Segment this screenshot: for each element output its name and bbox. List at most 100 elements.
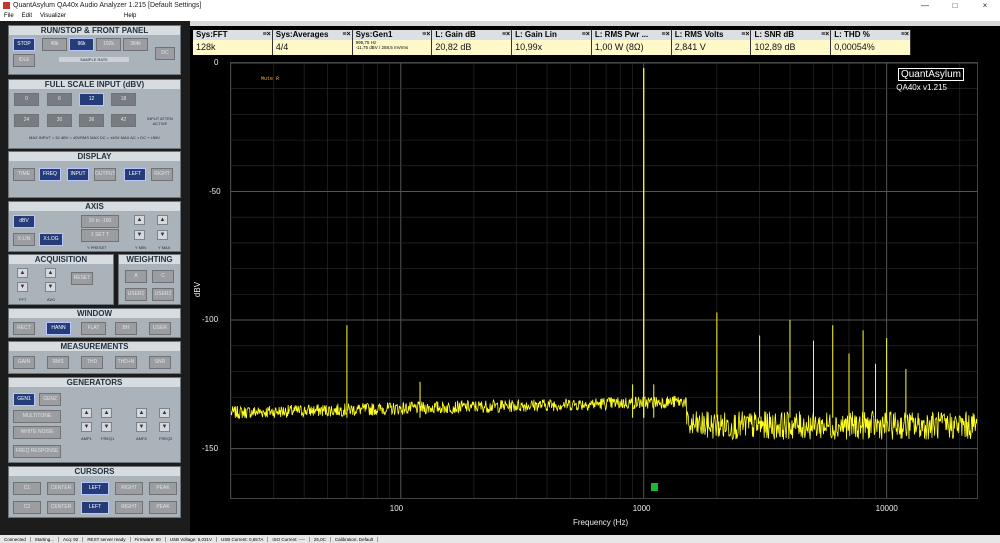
meas-thdn[interactable]: THD+N	[115, 356, 137, 369]
ymin-down-button[interactable]: ▼	[134, 230, 145, 240]
fs-12[interactable]: 12	[79, 93, 104, 106]
display-output[interactable]: OUTPUT	[94, 168, 116, 181]
fs-36[interactable]: 36	[79, 114, 104, 127]
fs-24[interactable]: 24	[14, 114, 39, 127]
meas-thd[interactable]: THD	[81, 356, 103, 369]
menu-edit[interactable]: Edit	[22, 13, 32, 19]
window-rect[interactable]: RECT	[13, 322, 35, 335]
title-bar: QuantAsylum QA40x Audio Analyzer 1.215 […	[0, 0, 1000, 11]
y-preset-range[interactable]: 20 to -160	[81, 215, 119, 228]
freq-response-button[interactable]: FREQ RESPONSE	[13, 445, 61, 458]
cursor-c1[interactable]: C1	[13, 482, 41, 495]
cursor-marker[interactable]	[651, 483, 658, 491]
fs-6[interactable]: 6	[47, 93, 72, 106]
cursor2-left[interactable]: LEFT	[81, 501, 109, 514]
measure-gain-lin[interactable]: L: Gain Lin10,99x	[512, 30, 592, 55]
amp1-up-button[interactable]: ▲	[81, 408, 92, 418]
cursor1-center[interactable]: CENTER	[47, 482, 75, 495]
fs-42[interactable]: 42	[111, 114, 136, 127]
display-left[interactable]: LEFT	[124, 168, 146, 181]
cursor1-left[interactable]: LEFT	[81, 482, 109, 495]
noise-floor	[231, 395, 977, 441]
measure-thd-percent[interactable]: L: THD %0,00054%	[831, 30, 912, 55]
cursor2-peak[interactable]: PEAK	[149, 501, 177, 514]
fft-up-button[interactable]: ▲	[17, 268, 28, 278]
display-right[interactable]: RIGHT	[151, 168, 173, 181]
avg-down-button[interactable]: ▼	[45, 282, 56, 292]
reset-button[interactable]: RESET	[71, 272, 93, 285]
ymax-up-button[interactable]: ▲	[157, 215, 168, 225]
freq1-down-button[interactable]: ▼	[101, 422, 112, 432]
status-calibration: Calibration: Default	[331, 536, 379, 542]
amp1-down-button[interactable]: ▼	[81, 422, 92, 432]
ymin-up-button[interactable]: ▲	[134, 215, 145, 225]
menu-help[interactable]: Help	[124, 13, 136, 19]
white-noise-button[interactable]: WHITE NOISE	[13, 426, 61, 439]
y-preset-set[interactable]: 1 SET T	[81, 229, 119, 242]
minimize-button[interactable]: —	[910, 0, 940, 11]
rate-48k[interactable]: 48k	[42, 38, 67, 51]
cursor2-right[interactable]: RIGHT	[115, 501, 143, 514]
rate-192k[interactable]: 192k	[96, 38, 121, 51]
xlog-button[interactable]: X:LOG	[39, 233, 63, 246]
dbv-button[interactable]: dBV	[13, 215, 35, 228]
close-button[interactable]: ×	[970, 0, 1000, 11]
measure-sys-gen1[interactable]: Sys:Gen1999,75 Hz-11,75 dBV / 258,5 mVrm…	[352, 30, 433, 55]
measure-sys-fft[interactable]: Sys:FFT128k	[193, 30, 273, 55]
meas-gain[interactable]: GAIN	[13, 356, 35, 369]
cursor2-center[interactable]: CENTER	[47, 501, 75, 514]
menu-file[interactable]: File	[4, 13, 14, 19]
fs-0[interactable]: 0	[14, 93, 39, 106]
full-scale-panel: FULL SCALE INPUT (dBV) 0 6 12 18 24 30 3…	[8, 79, 181, 149]
amp2-up-button[interactable]: ▲	[136, 408, 147, 418]
cursor1-right[interactable]: RIGHT	[115, 482, 143, 495]
quantasylum-logo: QuantAsylum	[897, 68, 964, 81]
weight-c[interactable]: C	[152, 270, 174, 283]
display-time[interactable]: TIME	[13, 168, 35, 181]
meas-snr[interactable]: SNR	[149, 356, 171, 369]
weight-user1[interactable]: USER1	[125, 288, 147, 301]
measure-gain-db[interactable]: L: Gain dB20,82 dB	[432, 30, 513, 55]
amp2-down-button[interactable]: ▼	[136, 422, 147, 432]
freq2-down-button[interactable]: ▼	[159, 422, 170, 432]
freq1-up-button[interactable]: ▲	[101, 408, 112, 418]
measurement-bar: Sys:FFT128k Sys:Averages4/4 Sys:Gen1999,…	[193, 30, 912, 55]
cursor-c2[interactable]: C2	[13, 501, 41, 514]
gen2-button[interactable]: GEN2	[39, 393, 61, 406]
display-input[interactable]: INPUT	[67, 168, 89, 181]
menu-visualizer[interactable]: Visualizer	[40, 13, 66, 19]
multitone-button[interactable]: MULTITONE	[13, 410, 61, 423]
measure-rms-volts[interactable]: L: RMS Volts2,841 V	[671, 30, 752, 55]
measure-rms-power[interactable]: L: RMS Pwr ...1,00 W (8Ω)	[591, 30, 672, 55]
rate-384k[interactable]: 384k	[123, 38, 148, 51]
spectrum-plot[interactable]: Mute R QuantAsylum QA40x v1.215	[230, 62, 978, 499]
fft-down-button[interactable]: ▼	[17, 282, 28, 292]
gen1-button[interactable]: GEN1	[13, 393, 35, 406]
avg-up-button[interactable]: ▲	[45, 268, 56, 278]
xlin-button[interactable]: X:LIN	[13, 233, 35, 246]
measure-sys-averages[interactable]: Sys:Averages4/4	[272, 30, 353, 55]
window-title: QuantAsylum QA40x Audio Analyzer 1.215 […	[13, 2, 202, 9]
dc-button[interactable]: DC	[155, 47, 175, 60]
weight-a[interactable]: A	[125, 270, 147, 283]
window-bh[interactable]: BH	[115, 322, 137, 335]
stop-button[interactable]: STOP	[13, 38, 35, 51]
fs-18[interactable]: 18	[111, 93, 136, 106]
window-user[interactable]: USER	[149, 322, 171, 335]
idle-button[interactable]: IDLE	[13, 54, 35, 67]
status-usb-voltage: USB Voltage: 5,031V	[166, 536, 218, 542]
status-rest: REST server ready	[83, 536, 131, 542]
cursor1-peak[interactable]: PEAK	[149, 482, 177, 495]
app-icon	[3, 2, 10, 9]
fs-30[interactable]: 30	[47, 114, 72, 127]
display-freq[interactable]: FREQ	[39, 168, 61, 181]
window-flattop[interactable]: FLAT TOP	[81, 322, 106, 335]
freq2-up-button[interactable]: ▲	[159, 408, 170, 418]
weight-user2[interactable]: USER2	[152, 288, 174, 301]
ymax-down-button[interactable]: ▼	[157, 230, 168, 240]
window-hann[interactable]: HANN	[46, 322, 71, 335]
meas-rms[interactable]: RMS	[47, 356, 69, 369]
maximize-button[interactable]: □	[940, 0, 970, 11]
rate-96k[interactable]: 96k	[69, 38, 94, 51]
measure-snr-db[interactable]: L: SNR dB102,89 dB	[751, 30, 832, 55]
